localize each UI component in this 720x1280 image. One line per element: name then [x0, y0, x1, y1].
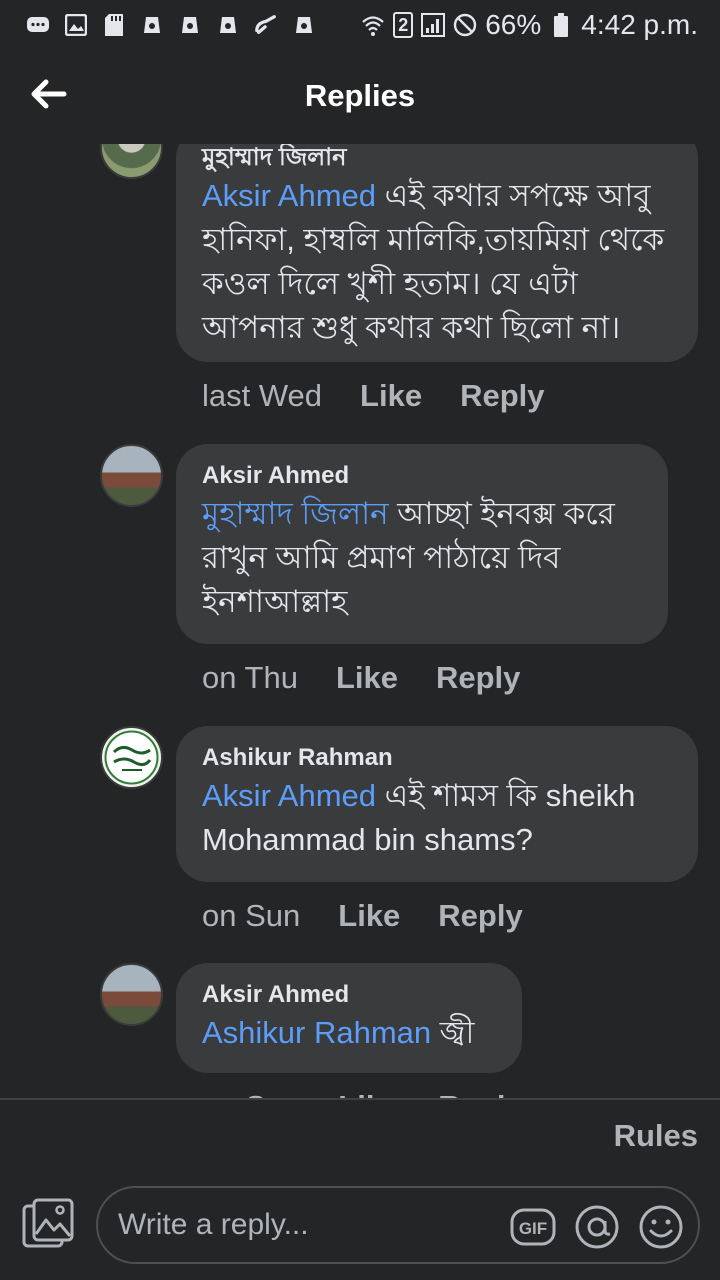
reply-input[interactable]: Write a reply... GIF — [96, 1186, 700, 1264]
comment-actions: on Sun Like Reply — [202, 1089, 523, 1098]
comment-actions: on Sun Like Reply — [202, 898, 523, 934]
composer-divider — [0, 1098, 720, 1100]
missed-call-icon — [254, 13, 278, 37]
replies-thread[interactable]: মুহাম্মাদ জিলান Aksir Ahmed এই কথার সপক্… — [0, 144, 720, 1098]
avatar[interactable] — [100, 144, 163, 179]
reply-button[interactable]: Reply — [460, 378, 544, 414]
comment-text: Ashikur Rahman জ্বী — [202, 1015, 475, 1050]
comment-author[interactable]: Aksir Ahmed — [202, 979, 498, 1011]
photo-gallery-button[interactable] — [22, 1198, 74, 1250]
like-button[interactable]: Like — [336, 660, 398, 696]
comment-text: Aksir Ahmed এই কথার সপক্ষে আবু হানিফা, হ… — [202, 178, 665, 345]
reply-button[interactable]: Reply — [438, 1089, 522, 1098]
status-bar: 2 66% 4:42 p.m. — [0, 0, 720, 50]
comment-timestamp: on Thu — [202, 660, 298, 695]
avatar[interactable] — [100, 963, 163, 1026]
comment-author[interactable]: Ashikur Rahman — [202, 742, 674, 774]
comment-bubble[interactable]: Ashikur Rahman Aksir Ahmed এই শামস কি sh… — [176, 726, 698, 882]
comment-text: Aksir Ahmed এই শামস কি sheikh Mohammad b… — [202, 778, 636, 857]
mention-link[interactable]: Aksir Ahmed — [202, 778, 376, 813]
music-notification-icon — [140, 13, 164, 37]
reply-placeholder: Write a reply... — [118, 1208, 309, 1241]
like-button[interactable]: Like — [338, 898, 400, 934]
comment-actions: on Thu Like Reply — [202, 660, 520, 696]
gif-button[interactable]: GIF — [510, 1204, 556, 1250]
sd-card-icon — [102, 13, 126, 37]
screen: 2 66% 4:42 p.m. Replies মুহাম্মাদ জিলান — [0, 0, 720, 1280]
do-not-disturb-icon — [453, 13, 477, 37]
comment-author[interactable]: Aksir Ahmed — [202, 460, 644, 492]
chat-notification-icon — [26, 13, 50, 37]
avatar[interactable] — [100, 726, 163, 789]
comment-text: মুহাম্মাদ জিলান আচ্ছা ইনবক্স করে রাখুন আ… — [202, 496, 615, 619]
mention-link[interactable]: মুহাম্মাদ জিলান — [202, 496, 389, 531]
comment-bubble[interactable]: Aksir Ahmed মুহাম্মাদ জিলান আচ্ছা ইনবক্স… — [176, 444, 668, 644]
app-header: Replies — [0, 50, 720, 144]
smiley-icon — [639, 1205, 683, 1249]
page-title: Replies — [304, 78, 416, 113]
comment-bubble[interactable]: মুহাম্মাদ জিলান Aksir Ahmed এই কথার সপক্… — [176, 144, 698, 362]
mention-button[interactable] — [574, 1204, 620, 1250]
gif-icon: GIF — [510, 1208, 556, 1246]
music-notification-icon — [216, 13, 240, 37]
comment-bubble[interactable]: Aksir Ahmed Ashikur Rahman জ্বী — [176, 963, 522, 1073]
clock: 4:42 p.m. — [581, 9, 698, 40]
comment-timestamp: on Sun — [202, 1089, 300, 1098]
mention-link[interactable]: Aksir Ahmed — [202, 178, 376, 213]
svg-text:GIF: GIF — [519, 1219, 547, 1238]
gallery-icon — [22, 1198, 74, 1248]
sim-slot-badge: 2 — [393, 12, 414, 38]
notification-icons — [26, 13, 316, 37]
mention-link[interactable]: Ashikur Rahman — [202, 1015, 431, 1050]
music-notification-icon — [292, 13, 316, 37]
comment-actions: last Wed Like Reply — [202, 378, 545, 414]
comment-author[interactable]: মুহাম্মাদ জিলান — [202, 144, 674, 174]
wifi-icon — [361, 13, 385, 37]
battery-icon — [549, 13, 573, 37]
signal-icon — [421, 13, 446, 37]
comment-timestamp: last Wed — [202, 378, 323, 413]
gallery-notification-icon — [64, 13, 88, 37]
logo-avatar-graphic — [104, 730, 159, 785]
like-button[interactable]: Like — [338, 1089, 400, 1098]
emoji-button[interactable] — [638, 1204, 684, 1250]
music-notification-icon — [178, 13, 202, 37]
system-status: 2 66% 4:42 p.m. — [361, 9, 698, 41]
avatar[interactable] — [100, 444, 163, 507]
at-sign-icon — [575, 1205, 619, 1249]
rules-link[interactable]: Rules — [614, 1118, 698, 1154]
reply-button[interactable]: Reply — [436, 660, 520, 696]
battery-percent: 66% — [485, 9, 542, 40]
comment-timestamp: on Sun — [202, 898, 301, 933]
like-button[interactable]: Like — [360, 378, 422, 414]
reply-button[interactable]: Reply — [438, 898, 522, 934]
